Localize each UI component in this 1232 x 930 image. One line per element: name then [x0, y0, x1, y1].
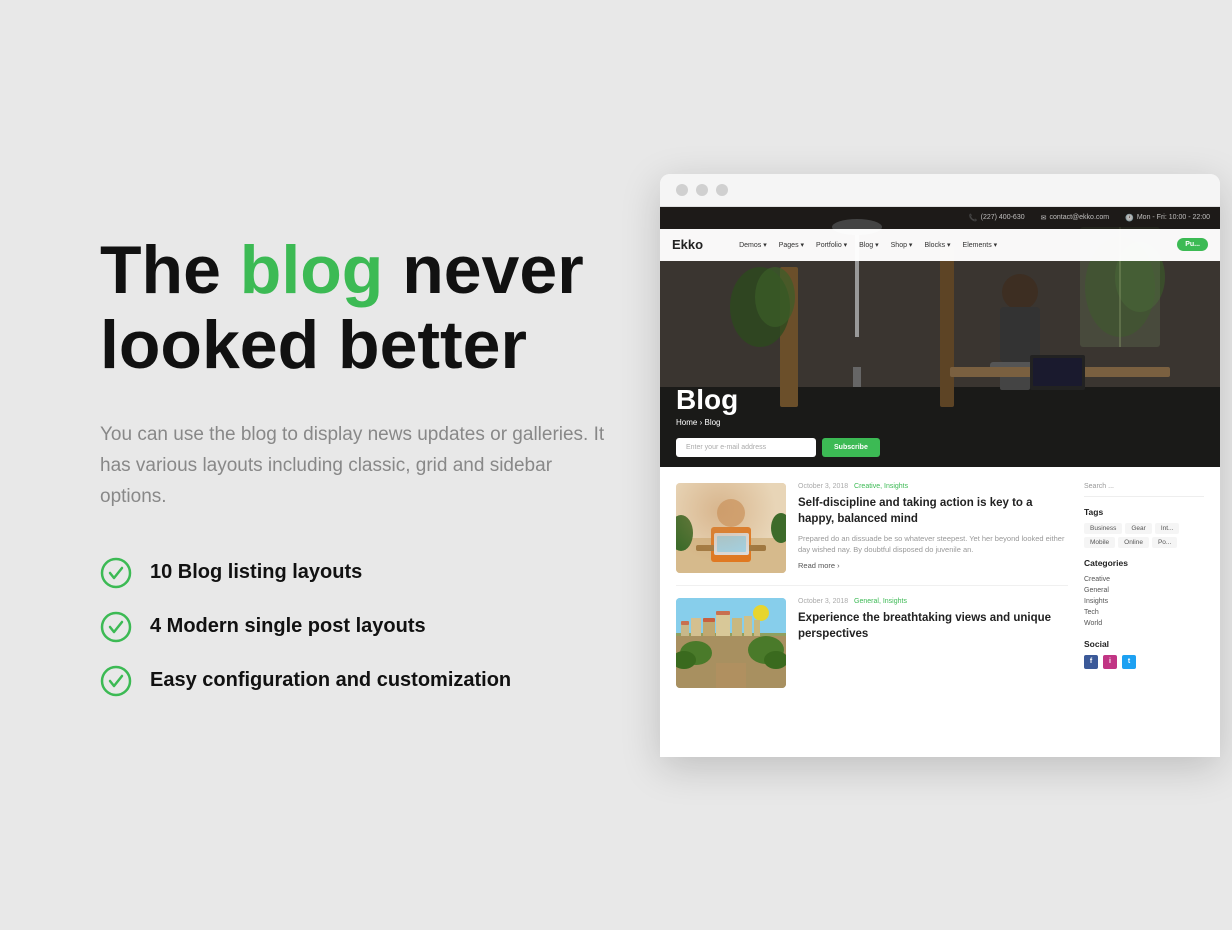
tag-business[interactable]: Business — [1084, 523, 1122, 534]
social-icons: f i t — [1084, 655, 1204, 669]
description: You can use the blog to display news upd… — [100, 419, 620, 513]
check-icon-3 — [100, 665, 132, 697]
tag-int[interactable]: Int... — [1155, 523, 1180, 534]
post-title-2: Experience the breathtaking views and un… — [798, 610, 1068, 642]
office-thumb-svg — [676, 483, 786, 573]
browser-dot-red — [676, 184, 688, 196]
feature-text-3: Easy configuration and customization — [150, 669, 511, 692]
blog-content-section: October 3, 2018 Creative, Insights Self-… — [660, 467, 1220, 757]
social-instagram[interactable]: i — [1103, 655, 1117, 669]
post-thumb-city-image — [676, 598, 786, 688]
category-creative[interactable]: Creative — [1084, 574, 1204, 585]
headline-line2: looked better — [100, 307, 527, 383]
sidebar-tags-title: Tags — [1084, 507, 1204, 517]
blog-title-area: Blog Home › Blog — [676, 386, 738, 427]
tag-group: Business Gear Int... Mobile Online Po... — [1084, 523, 1204, 548]
blog-posts: October 3, 2018 Creative, Insights Self-… — [676, 483, 1068, 741]
email-subscribe: Enter your e-mail address Subscribe — [676, 438, 880, 457]
feature-text-2: 4 Modern single post layouts — [150, 615, 426, 638]
feature-item-1: 10 Blog listing layouts — [100, 557, 660, 589]
post-meta-2: October 3, 2018 General, Insights — [798, 598, 1068, 605]
nav-cta-button[interactable]: Pu... — [1177, 238, 1208, 251]
category-insights[interactable]: Insights — [1084, 596, 1204, 607]
post-thumb-office-image — [676, 483, 786, 573]
site-topbar: 📞 (227) 400-630 ✉ contact@ekko.com 🕐 Mon… — [660, 207, 1220, 229]
feature-text-1: 10 Blog listing layouts — [150, 561, 362, 584]
tag-gear[interactable]: Gear — [1125, 523, 1151, 534]
check-icon-1 — [100, 557, 132, 589]
browser-window: 📞 (227) 400-630 ✉ contact@ekko.com 🕐 Mon… — [660, 174, 1220, 757]
blog-breadcrumb: Home › Blog — [676, 418, 738, 427]
nav-blocks[interactable]: Blocks ▾ — [924, 241, 950, 249]
sidebar-social-title: Social — [1084, 639, 1204, 649]
feature-item-3: Easy configuration and customization — [100, 665, 660, 697]
nav-pages[interactable]: Pages ▾ — [779, 241, 804, 249]
left-panel: The blog never looked better You can use… — [100, 233, 660, 697]
browser-titlebar — [660, 174, 1220, 207]
nav-logo: Ekko — [672, 237, 703, 252]
social-twitter[interactable]: t — [1122, 655, 1136, 669]
browser-dot-yellow — [696, 184, 708, 196]
site-navbar: Ekko Demos ▾ Pages ▾ Portfolio ▾ Blog ▾ … — [660, 229, 1220, 261]
category-list: Creative General Insights Tech World — [1084, 574, 1204, 629]
sidebar-search[interactable]: Search ... — [1084, 483, 1204, 497]
post-meta-1: October 3, 2018 Creative, Insights — [798, 483, 1068, 490]
post-thumbnail-2 — [676, 598, 786, 688]
blog-post-card-2: October 3, 2018 General, Insights Experi… — [676, 598, 1068, 700]
post-title-1: Self-discipline and taking action is key… — [798, 495, 1068, 527]
blog-page-title: Blog — [676, 386, 738, 414]
topbar-hours: 🕐 Mon - Fri: 10:00 - 22:00 — [1125, 214, 1210, 222]
tag-mobile[interactable]: Mobile — [1084, 537, 1115, 548]
headline-green: blog — [240, 232, 384, 308]
tag-online[interactable]: Online — [1118, 537, 1149, 548]
features-list: 10 Blog listing layouts 4 Modern single … — [100, 557, 660, 697]
city-thumb-svg — [676, 598, 786, 688]
post-content-1: October 3, 2018 Creative, Insights Self-… — [798, 483, 1068, 573]
subscribe-button[interactable]: Subscribe — [822, 438, 880, 457]
nav-shop[interactable]: Shop ▾ — [891, 241, 913, 249]
headline: The blog never looked better — [100, 233, 660, 383]
nav-items: Demos ▾ Pages ▾ Portfolio ▾ Blog ▾ Shop … — [739, 241, 997, 249]
category-tech[interactable]: Tech — [1084, 607, 1204, 618]
right-panel: 📞 (227) 400-630 ✉ contact@ekko.com 🕐 Mon… — [660, 174, 1220, 757]
browser-dot-green — [716, 184, 728, 196]
nav-portfolio[interactable]: Portfolio ▾ — [816, 241, 847, 249]
read-more-1[interactable]: Read more › — [798, 561, 1068, 570]
blog-sidebar: Search ... Tags Business Gear Int... Mob… — [1084, 483, 1204, 741]
sidebar-categories-title: Categories — [1084, 558, 1204, 568]
topbar-email: ✉ contact@ekko.com — [1041, 214, 1110, 222]
post-excerpt-1: Prepared do an dissuade be so whatever s… — [798, 533, 1068, 556]
category-general[interactable]: General — [1084, 585, 1204, 596]
email-input[interactable]: Enter your e-mail address — [676, 438, 816, 457]
blog-post-card-1: October 3, 2018 Creative, Insights Self-… — [676, 483, 1068, 586]
tag-po[interactable]: Po... — [1152, 537, 1177, 548]
check-icon-2 — [100, 611, 132, 643]
nav-blog[interactable]: Blog ▾ — [859, 241, 878, 249]
post-thumbnail-1 — [676, 483, 786, 573]
post-content-2: October 3, 2018 General, Insights Experi… — [798, 598, 1068, 688]
category-world[interactable]: World — [1084, 618, 1204, 629]
nav-demos[interactable]: Demos ▾ — [739, 241, 767, 249]
headline-part1: The — [100, 232, 240, 308]
feature-item-2: 4 Modern single post layouts — [100, 611, 660, 643]
headline-part2: never — [383, 232, 583, 308]
social-facebook[interactable]: f — [1084, 655, 1098, 669]
topbar-phone: 📞 (227) 400-630 — [969, 214, 1025, 222]
nav-elements[interactable]: Elements ▾ — [963, 241, 998, 249]
blog-header-section: 📞 (227) 400-630 ✉ contact@ekko.com 🕐 Mon… — [660, 207, 1220, 467]
